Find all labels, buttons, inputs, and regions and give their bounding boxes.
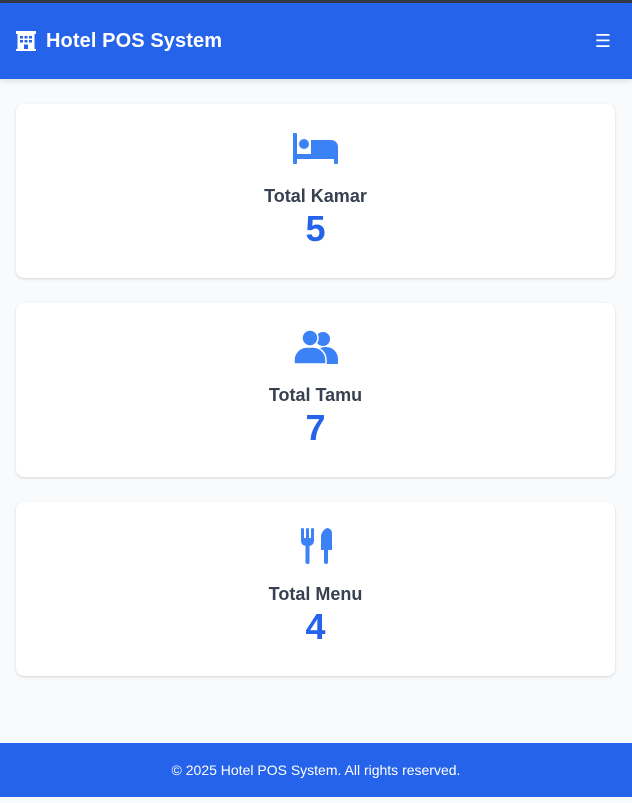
- stat-value: 7: [305, 407, 326, 448]
- app-footer: © 2025 Hotel POS System. All rights rese…: [0, 743, 632, 797]
- stat-value: 4: [305, 606, 326, 647]
- stat-label: Total Tamu: [268, 385, 363, 405]
- utensils-icon: [300, 526, 332, 566]
- bed-icon: [293, 128, 338, 168]
- stat-card-menu: Total Menu 4: [16, 502, 615, 676]
- users-icon: [293, 327, 338, 367]
- app-header: Hotel POS System ☰: [0, 3, 632, 79]
- stat-card-kamar: Total Kamar 5: [16, 104, 615, 278]
- copyright-text: © 2025 Hotel POS System. All rights rese…: [171, 762, 461, 778]
- stat-label: Total Kamar: [264, 186, 367, 206]
- stat-card-tamu: Total Tamu 7: [16, 303, 615, 477]
- stat-value: 5: [305, 208, 326, 249]
- dashboard-stats: Total Kamar 5 Total Tamu 7 Total Menu 4: [16, 104, 615, 701]
- app-title: Hotel POS System: [46, 29, 223, 52]
- stat-label: Total Menu: [268, 584, 363, 604]
- hotel-building-icon: [15, 30, 37, 52]
- brand[interactable]: Hotel POS System: [15, 30, 222, 53]
- hamburger-menu-icon[interactable]: ☰: [590, 28, 616, 54]
